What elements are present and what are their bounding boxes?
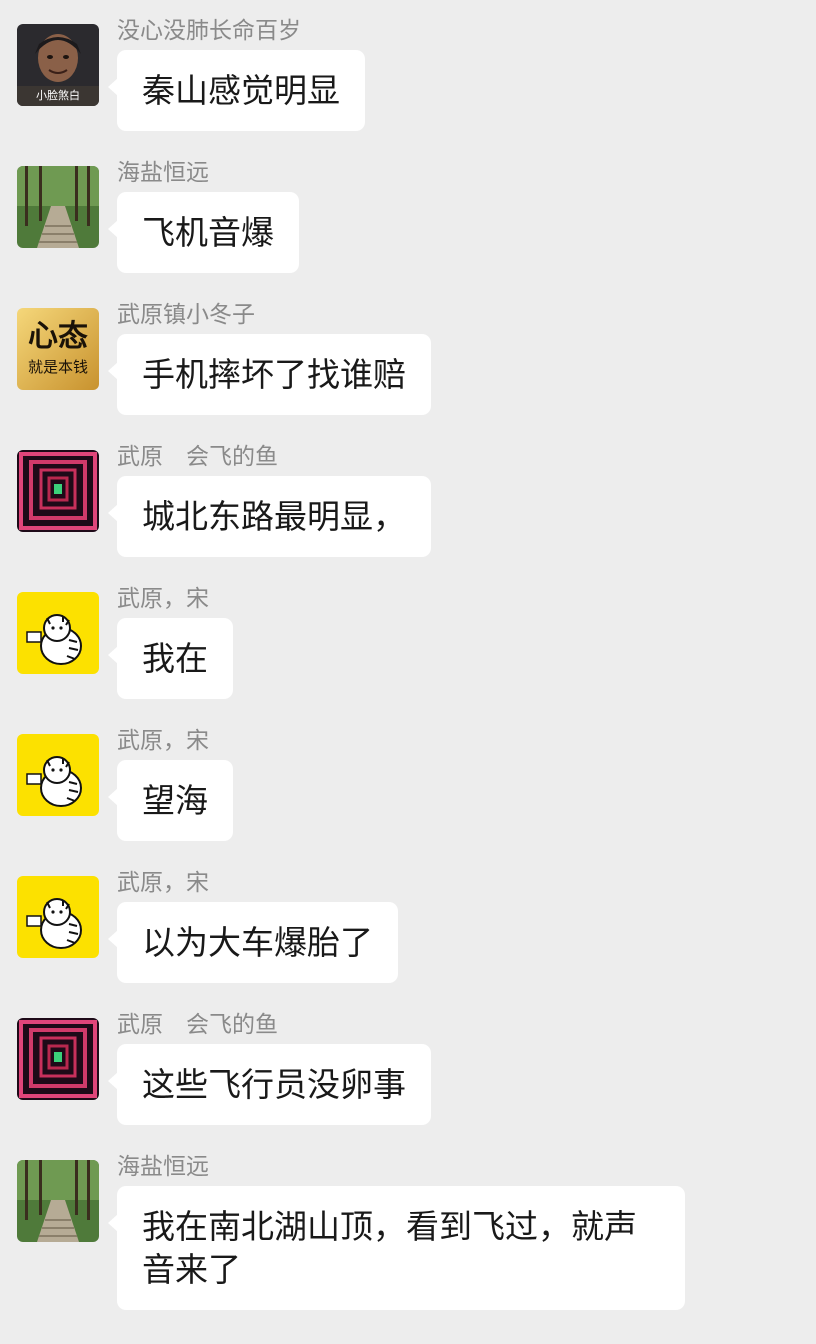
sender-name: 武原，宋 — [117, 870, 209, 896]
message-bubble[interactable]: 城北东路最明显， — [108, 476, 431, 557]
sender-name: 没心没肺长命百岁 — [117, 18, 301, 44]
cartoon-cat-avatar[interactable] — [17, 592, 99, 674]
neon-tunnel-avatar[interactable] — [17, 450, 99, 532]
message-bubble[interactable]: 望海 — [108, 760, 233, 841]
sender-name: 武原镇小冬子 — [117, 302, 255, 328]
forest-path-avatar[interactable] — [17, 166, 99, 248]
neon-tunnel-avatar[interactable] — [17, 1018, 99, 1100]
sender-name: 海盐恒远 — [117, 160, 209, 186]
message-bubble[interactable]: 飞机音爆 — [108, 192, 299, 273]
message-bubble[interactable]: 手机摔坏了找谁赔 — [108, 334, 431, 415]
message-bubble[interactable]: 秦山感觉明显 — [108, 50, 365, 131]
sender-name: 武原，宋 — [117, 586, 209, 612]
calligraphy-avatar[interactable]: 心态 就是本钱 — [17, 308, 99, 390]
man-portrait-avatar[interactable]: 小脸煞白 — [17, 24, 99, 106]
message-bubble[interactable]: 我在南北湖山顶，看到飞过，就声音来了 — [108, 1186, 685, 1310]
chat-message-list[interactable]: 小脸煞白 没心没肺长命百岁 秦山感觉明显 海盐恒远 飞机音爆 心态 就是本钱 武… — [0, 0, 816, 1344]
message-bubble[interactable]: 我在 — [108, 618, 233, 699]
sender-name: 武原，宋 — [117, 728, 209, 754]
sender-name: 武原 会飞的鱼 — [117, 1012, 278, 1038]
forest-path-avatar[interactable] — [17, 1160, 99, 1242]
svg-text:心态: 心态 — [28, 319, 88, 354]
message-bubble[interactable]: 这些飞行员没卵事 — [108, 1044, 431, 1125]
sender-name: 武原 会飞的鱼 — [117, 444, 278, 470]
message-bubble[interactable]: 以为大车爆胎了 — [108, 902, 398, 983]
sender-name: 海盐恒远 — [117, 1154, 209, 1180]
cartoon-cat-avatar[interactable] — [17, 734, 99, 816]
cartoon-cat-avatar[interactable] — [17, 876, 99, 958]
svg-text:就是本钱: 就是本钱 — [28, 358, 88, 376]
avatar-label: 小脸煞白 — [36, 88, 80, 102]
